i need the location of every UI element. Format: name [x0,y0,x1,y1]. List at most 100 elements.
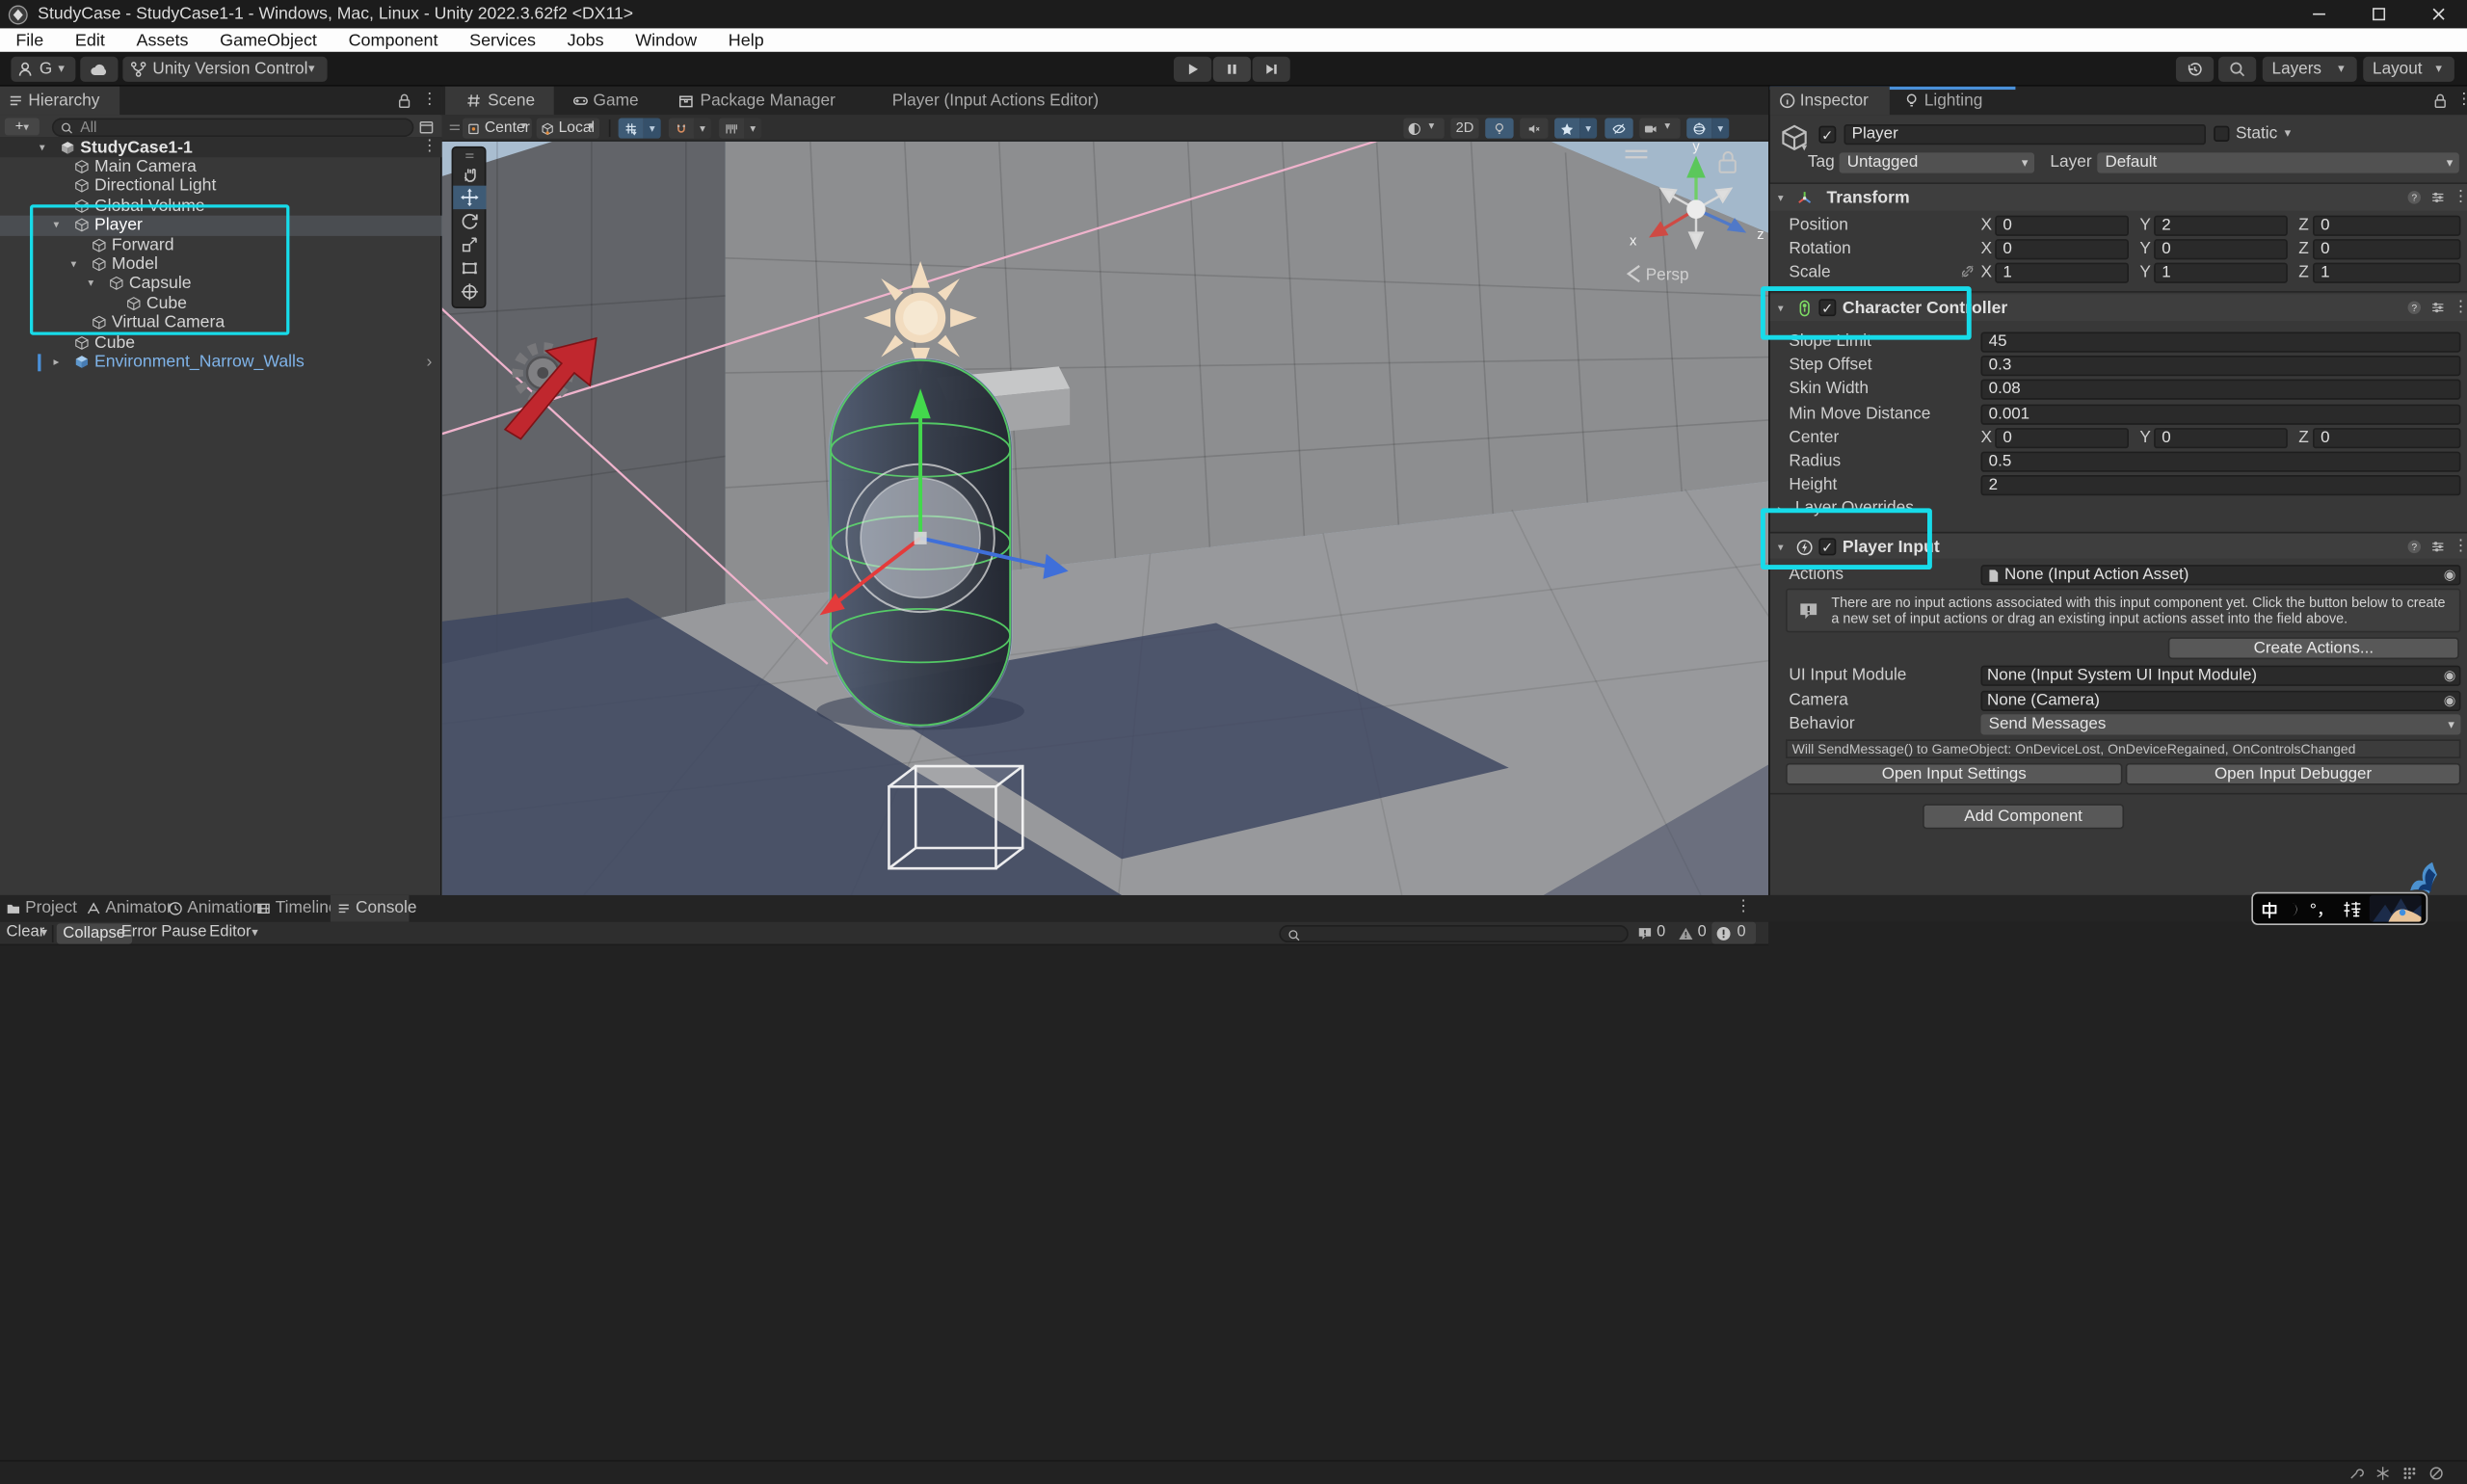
warning-count-icon[interactable] [1677,925,1694,942]
preset-icon[interactable] [2429,298,2447,315]
scene-camera-dropdown[interactable]: ▾ [1639,118,1680,138]
scale-x-field[interactable]: 1 [1995,263,2129,283]
log-count-icon[interactable] [1636,925,1654,942]
minimize-button[interactable] [2290,0,2349,28]
scene-picker-icon[interactable] [417,118,437,137]
foldout-closed-icon[interactable]: ▸ [54,354,60,373]
clear-button[interactable]: Clear [7,923,45,941]
height-field[interactable]: 2 [1981,475,2461,495]
move-tool-button[interactable] [453,186,486,209]
transform-header[interactable]: ▾ Transform ⋮ [1770,184,2467,211]
scene-audio-toggle[interactable] [1520,118,1548,138]
hierarchy-item-model[interactable]: ▾ Model [0,254,442,274]
hierarchy-item-global-volume[interactable]: Global Volume [0,197,442,216]
center-y-field[interactable]: 0 [2154,428,2288,448]
layout-dropdown[interactable]: Layout ▾ [2363,57,2454,82]
hierarchy-item-directional-light[interactable]: Directional Light [0,176,442,196]
toolbar-grip-icon[interactable] [447,119,463,135]
error-pause-button[interactable]: Error Pause [121,923,207,941]
kebab-menu-icon[interactable]: ⋮ [2453,300,2467,315]
tab-hierarchy[interactable]: Hierarchy [0,87,119,115]
kebab-menu-icon[interactable]: ⋮ [422,93,438,108]
open-input-settings-button[interactable]: Open Input Settings [1786,763,2122,785]
ime-punctuation[interactable]: °， [2310,897,2334,922]
step-button[interactable] [1253,57,1290,82]
error-count-segment[interactable]: 0 [1711,922,1756,944]
search-button[interactable] [2218,57,2256,82]
undo-history-button[interactable] [2176,57,2214,82]
behavior-dropdown[interactable]: Send Messages ▾ [1981,714,2461,734]
ime-chinese-mode-icon[interactable] [2259,899,2279,919]
view-tool-button[interactable] [453,162,486,185]
min-move-distance-field[interactable]: 0.001 [1981,404,2461,424]
status-tool-icon[interactable] [2348,1465,2365,1482]
menu-component[interactable]: Component [332,31,454,50]
gizmos-dropdown[interactable]: ▾ [1711,118,1729,138]
increment-snap-toggle[interactable] [719,118,744,138]
version-control-button[interactable]: Unity Version Control ▾ [122,57,327,82]
snap-toggle[interactable] [669,118,694,138]
snap-dropdown[interactable]: ▾ [694,118,711,138]
menu-edit[interactable]: Edit [60,31,121,50]
foldout-open-icon[interactable]: ▾ [88,276,93,295]
close-button[interactable] [2409,0,2467,28]
menu-file[interactable]: File [0,31,60,50]
foldout-open-icon[interactable]: ▾ [54,218,60,237]
rotation-y-field[interactable]: 0 [2154,239,2288,259]
gizmos-toggle[interactable] [1686,118,1711,138]
hierarchy-search-input[interactable]: All [52,118,414,136]
menu-window[interactable]: Window [620,31,713,50]
gameobject-active-checkbox[interactable]: ✓ [1818,126,1836,144]
gameobject-icon-dropdown[interactable]: ▾ [1801,142,1807,154]
preset-icon[interactable] [2429,188,2447,205]
foldout-open-icon[interactable]: ▾ [40,140,45,159]
kebab-menu-icon[interactable]: ⋮ [1736,900,1751,915]
scale-z-field[interactable]: 1 [2313,263,2460,283]
rotation-x-field[interactable]: 0 [1995,239,2129,259]
foldout-open-icon[interactable]: ▾ [1778,542,1784,554]
actions-object-field[interactable]: None (Input Action Asset) ◉ [1981,564,2461,584]
object-picker-icon[interactable]: ◉ [2444,566,2456,584]
help-icon[interactable] [2405,538,2423,555]
rotate-tool-button[interactable] [453,209,486,232]
tab-animator[interactable]: Animator [82,895,152,922]
prefab-open-arrow[interactable]: › [426,353,432,372]
hidden-objects-toggle[interactable] [1605,118,1632,138]
lock-icon[interactable] [395,92,414,111]
create-add-button[interactable]: +▾ [5,118,40,135]
menu-assets[interactable]: Assets [120,31,204,50]
open-input-debugger-button[interactable]: Open Input Debugger [2126,763,2461,785]
hierarchy-item-capsule[interactable]: ▾ Capsule [0,275,442,294]
camera-field[interactable]: None (Camera) ◉ [1981,690,2461,710]
create-actions-button[interactable]: Create Actions... [2168,637,2459,659]
layers-dropdown[interactable]: Layers ▾ [2263,57,2357,82]
rotation-z-field[interactable]: 0 [2313,239,2460,259]
scene-row[interactable]: ▾ StudyCase1-1 ⋮ [0,138,442,157]
hierarchy-item-environment-prefab[interactable]: ▸ Environment_Narrow_Walls › [0,353,442,372]
ui-input-module-field[interactable]: None (Input System UI Input Module) ◉ [1981,666,2461,686]
center-x-field[interactable]: 0 [1995,428,2129,448]
maximize-button[interactable] [2349,0,2409,28]
status-snap-icon[interactable] [2374,1465,2392,1482]
kebab-menu-icon[interactable]: ⋮ [2453,190,2467,205]
tab-timeline[interactable]: Timeline [252,895,321,922]
scene-effects-toggle[interactable] [1554,118,1579,138]
object-picker-icon[interactable]: ◉ [2444,667,2456,685]
tab-package-manager[interactable]: Package Manager [671,87,862,115]
tag-dropdown[interactable]: Untagged ▾ [1840,152,2034,172]
2d-toggle[interactable]: 2D [1450,118,1478,138]
clear-dropdown[interactable]: ▾ [40,925,47,940]
foldout-open-icon[interactable]: ▾ [1778,192,1784,204]
ime-toolbar[interactable]: °， [2251,892,2427,925]
step-offset-field[interactable]: 0.3 [1981,356,2461,376]
hierarchy-item-cube-child[interactable]: Cube [0,294,442,313]
kebab-menu-icon[interactable]: ⋮ [2456,93,2467,108]
transform-tool-button[interactable] [453,280,486,304]
help-icon[interactable] [2405,188,2423,205]
console-search-input[interactable] [1279,924,1628,942]
hierarchy-item-cube[interactable]: Cube [0,332,442,352]
player-input-enabled-checkbox[interactable]: ✓ [1818,538,1836,555]
hierarchy-item-virtual-camera[interactable]: Virtual Camera [0,313,442,332]
scene-effects-dropdown[interactable]: ▾ [1579,118,1597,138]
status-grid-icon[interactable] [2401,1465,2418,1482]
